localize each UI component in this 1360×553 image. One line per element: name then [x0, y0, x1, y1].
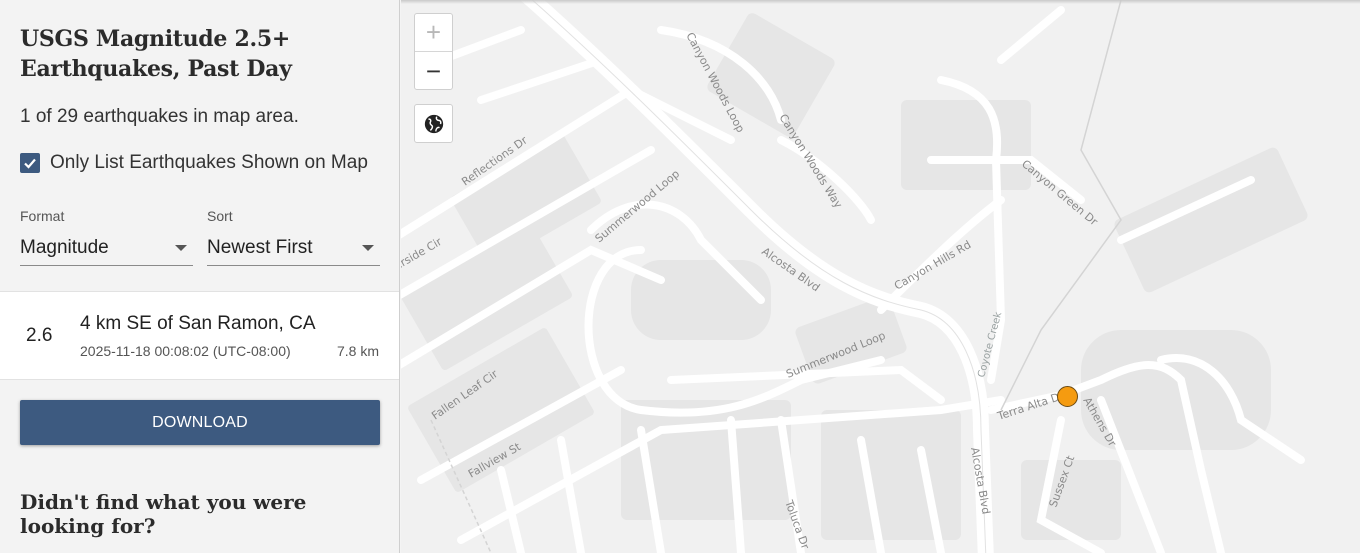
street-map: Canyon Woods Loop Canyon Woods Way Refle…: [401, 0, 1308, 553]
street-label: Canyon Hills Rd: [892, 238, 973, 292]
download-button[interactable]: DOWNLOAD: [20, 400, 380, 445]
format-select[interactable]: Magnitude: [20, 230, 193, 266]
street-label: Toluca Dr: [782, 498, 812, 552]
dropdown-arrow-icon: [175, 244, 187, 251]
earthquake-marker[interactable]: [1057, 386, 1078, 407]
street-label: erside Cir: [401, 235, 444, 273]
format-label: Format: [20, 208, 65, 224]
zoom-in-button[interactable]: +: [415, 14, 452, 52]
zoom-out-button[interactable]: −: [415, 52, 452, 90]
sort-select[interactable]: Newest First: [207, 230, 380, 266]
earthquake-list-item[interactable]: 2.6 4 km SE of San Ramon, CA 2025-11-18 …: [0, 291, 399, 380]
earthquake-time: 2025-11-18 00:08:02 (UTC-08:00): [80, 343, 291, 359]
globe-icon: [424, 114, 443, 133]
sort-select-group: Sort Newest First: [207, 208, 380, 266]
sidebar: USGS Magnitude 2.5+ Earthquakes, Past Da…: [0, 0, 400, 553]
checkmark-icon: [24, 158, 36, 169]
map-top-shadow: [401, 0, 1360, 4]
earthquake-count: 1 of 29 earthquakes in map area.: [20, 106, 299, 127]
layers-button[interactable]: [414, 104, 453, 143]
help-heading: Didn't find what you were looking for?: [20, 490, 307, 538]
earthquake-magnitude: 2.6: [26, 325, 53, 346]
page-title: USGS Magnitude 2.5+ Earthquakes, Past Da…: [20, 26, 292, 82]
dropdown-arrow-icon: [362, 244, 374, 251]
format-value: Magnitude: [20, 236, 109, 258]
sort-value: Newest First: [207, 236, 313, 258]
only-list-shown-toggle[interactable]: Only List Earthquakes Shown on Map: [20, 152, 368, 174]
zoom-control: + −: [414, 13, 453, 90]
checkbox-label: Only List Earthquakes Shown on Map: [50, 152, 368, 173]
street-label: Canyon Green Dr: [1019, 157, 1100, 228]
earthquake-depth: 7.8 km: [336, 343, 379, 359]
sort-label: Sort: [207, 208, 233, 224]
street-label: Canyon Woods Way: [776, 112, 845, 211]
format-select-group: Format Magnitude: [20, 208, 193, 266]
map[interactable]: Canyon Woods Loop Canyon Woods Way Refle…: [401, 0, 1360, 553]
checkbox[interactable]: [20, 153, 40, 173]
earthquake-place: 4 km SE of San Ramon, CA: [80, 313, 316, 334]
